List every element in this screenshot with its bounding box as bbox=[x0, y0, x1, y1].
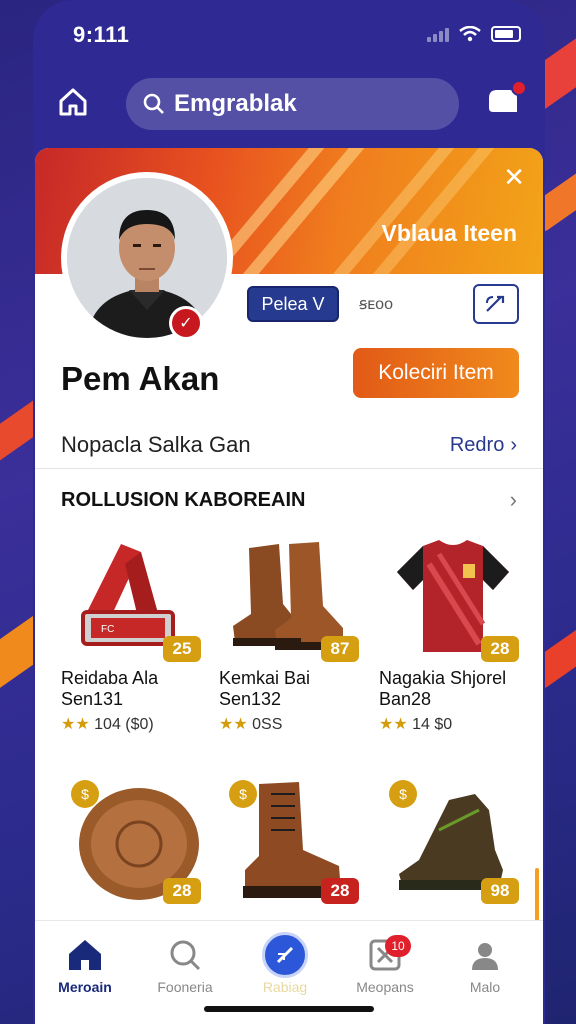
info-text: Nopacla Salka Gan bbox=[61, 432, 251, 457]
price-badge: 25 bbox=[163, 636, 201, 662]
tab-search[interactable]: Fooneria bbox=[135, 935, 235, 995]
battery-icon bbox=[491, 26, 521, 42]
tab-label: Fooneria bbox=[157, 979, 213, 995]
close-icon[interactable]: ✕ bbox=[503, 162, 525, 193]
tab-messages[interactable]: 10 Meopans bbox=[335, 935, 435, 995]
message-count-badge: 10 bbox=[385, 935, 411, 957]
price-badge: 28 bbox=[321, 878, 359, 904]
edit-pencil-icon bbox=[486, 295, 505, 312]
notification-dot bbox=[511, 80, 527, 96]
signal-icon bbox=[427, 26, 449, 42]
item-rating: ★★ 104 ($0) bbox=[61, 716, 154, 733]
chevron-right-icon: › bbox=[510, 433, 517, 456]
star-rating-icon: ★★ bbox=[61, 716, 90, 733]
edit-profile-button[interactable] bbox=[473, 284, 519, 324]
item-rating: ★★ 0SS bbox=[219, 716, 283, 733]
tab-label: Malo bbox=[469, 979, 501, 995]
status-icons bbox=[427, 26, 521, 42]
info-link[interactable]: Redro › bbox=[450, 434, 517, 457]
bottom-tab-bar: Meroain Fooneria Rabiag 10 Meopans Malo bbox=[35, 920, 543, 1024]
hiking-shoe-image: $ 98 bbox=[379, 770, 527, 904]
coin-badge-icon: $ bbox=[71, 780, 99, 808]
bronze-medal-image: $ 28 bbox=[61, 770, 209, 904]
home-outline-icon bbox=[59, 88, 87, 116]
search-icon bbox=[135, 935, 235, 975]
phone-frame: 9:111 Emgrablak ✕ Vblaua Iteen ✓ Pelea V… bbox=[33, 0, 545, 1024]
section-header[interactable]: ROLLUSION KABOREAIN › bbox=[35, 478, 543, 522]
coin-badge-icon: $ bbox=[389, 780, 417, 808]
boots-image: 87 bbox=[219, 534, 367, 662]
avatar[interactable]: ✓ bbox=[61, 172, 233, 344]
collection-item[interactable]: 87 Kemkai Bai Sen132 ★★ 0SS bbox=[219, 534, 367, 734]
profile-icon bbox=[435, 935, 535, 975]
profile-name: Pem Akan bbox=[61, 360, 220, 397]
item-name: Nagakia Shjorel Ban28 bbox=[379, 668, 507, 709]
home-button[interactable] bbox=[57, 86, 93, 122]
item-name: Kemkai Bai Sen132 bbox=[219, 668, 311, 709]
section-title: ROLLUSION KABOREAIN bbox=[61, 488, 306, 511]
info-link-label: Redro bbox=[449, 433, 505, 456]
tab-label: Rabiag bbox=[262, 979, 308, 995]
item-rating: ★★ 14 $0 bbox=[379, 716, 453, 733]
tab-label: Meroain bbox=[58, 979, 112, 995]
collection-item[interactable]: FC 25 Reidaba Ala Sen131 ★★ 104 ($0) bbox=[61, 534, 209, 734]
price-badge: 28 bbox=[481, 636, 519, 662]
search-input[interactable]: Emgrablak bbox=[174, 90, 297, 118]
tab-explore[interactable]: Rabiag bbox=[235, 932, 335, 995]
profile-card: ✕ Vblaua Iteen ✓ Pelea V ꞩᴇᴏᴏ Pem Akan K… bbox=[35, 148, 543, 1024]
svg-text:FC: FC bbox=[101, 624, 114, 635]
chat-button[interactable] bbox=[487, 80, 527, 120]
search-bar[interactable]: Emgrablak bbox=[126, 78, 459, 130]
tab-label: Meopans bbox=[356, 979, 414, 995]
price-badge: 98 bbox=[481, 878, 519, 904]
compass-icon bbox=[235, 932, 335, 978]
collection-item[interactable]: $ 28 bbox=[219, 770, 367, 904]
home-indicator bbox=[204, 1006, 374, 1012]
status-bar: 9:111 bbox=[73, 22, 521, 52]
verified-badge-icon: ✓ bbox=[169, 306, 203, 340]
item-name: Reidaba Ala Sen131 bbox=[61, 668, 159, 709]
info-row[interactable]: Nopacla Salka Gan Redro › bbox=[35, 420, 543, 470]
price-badge: 28 bbox=[163, 878, 201, 904]
tag-text: ꞩᴇᴏᴏ bbox=[359, 296, 393, 313]
chevron-right-icon[interactable]: › bbox=[510, 487, 517, 513]
wristband-image: FC 25 bbox=[61, 534, 209, 662]
collection-item[interactable]: 28 Nagakia Shjorel Ban28 ★★ 14 $0 bbox=[379, 534, 527, 734]
coin-badge-icon: $ bbox=[229, 780, 257, 808]
price-badge: 87 bbox=[321, 636, 359, 662]
tab-home[interactable]: Meroain bbox=[35, 935, 135, 995]
star-rating-icon: ★★ bbox=[219, 716, 248, 733]
star-rating-icon: ★★ bbox=[379, 716, 408, 733]
top-bar: Emgrablak bbox=[33, 78, 545, 134]
level-tag-button[interactable]: Pelea V bbox=[247, 286, 339, 322]
avatar-photo bbox=[67, 178, 227, 338]
collection-button[interactable]: Koleciri Item bbox=[353, 348, 519, 398]
divider bbox=[35, 468, 543, 469]
brown-boot-image: $ 28 bbox=[219, 770, 367, 904]
collection-item[interactable]: $ 28 bbox=[61, 770, 209, 904]
jersey-image: 28 bbox=[379, 534, 527, 662]
status-time: 9:111 bbox=[73, 22, 130, 47]
wifi-icon bbox=[459, 26, 481, 42]
search-icon bbox=[143, 93, 164, 114]
home-icon bbox=[35, 935, 135, 975]
banner-title: Vblaua Iteen bbox=[381, 220, 517, 246]
tab-profile[interactable]: Malo bbox=[435, 935, 535, 995]
collection-item[interactable]: $ 98 bbox=[379, 770, 527, 904]
